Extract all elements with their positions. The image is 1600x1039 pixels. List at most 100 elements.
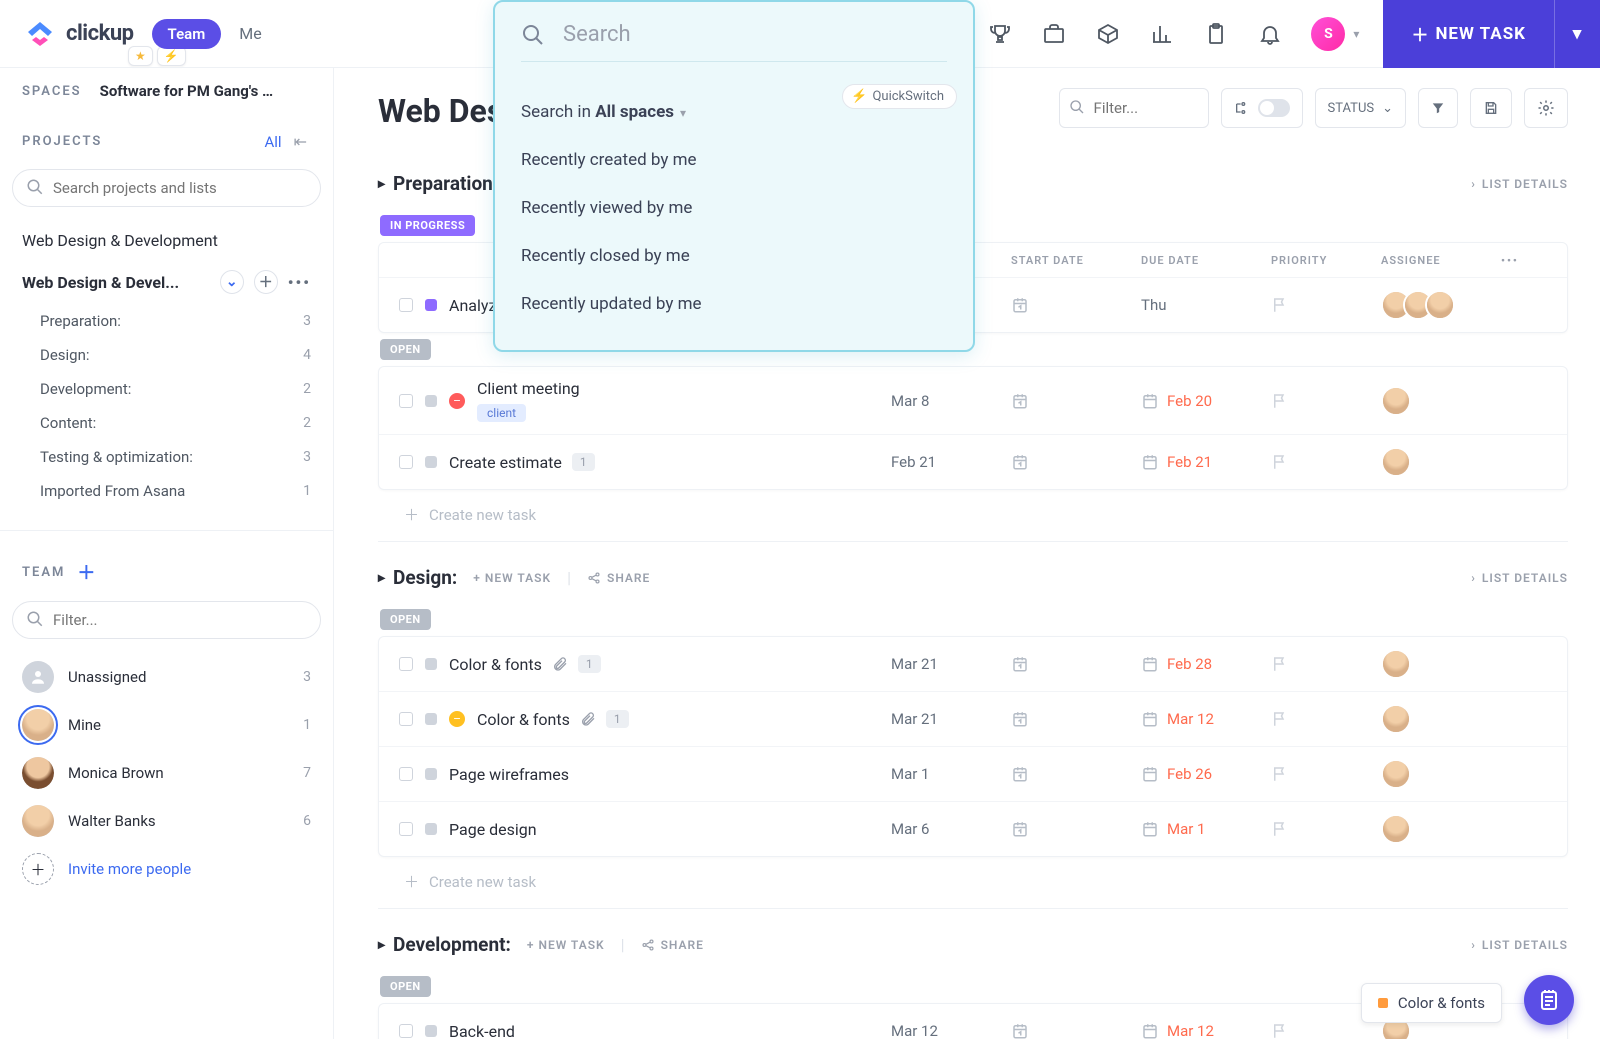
due-date-cell[interactable]: Mar 12: [1141, 710, 1271, 728]
status-dropdown[interactable]: STATUS⌄: [1315, 88, 1406, 128]
assignee-cell[interactable]: [1381, 759, 1501, 789]
assignee-cell[interactable]: [1381, 386, 1501, 416]
create-task-link[interactable]: ＋Create new task: [378, 857, 1568, 900]
search-option[interactable]: Recently viewed by me: [521, 184, 947, 232]
search-input[interactable]: Search: [563, 22, 631, 47]
status-badge[interactable]: OPEN: [380, 339, 431, 360]
status-badge[interactable]: OPEN: [380, 976, 431, 997]
quickswitch-button[interactable]: ⚡ QuickSwitch: [842, 84, 957, 109]
search-option[interactable]: Recently created by me: [521, 136, 947, 184]
create-task-link[interactable]: ＋Create new task: [378, 490, 1568, 533]
avatar[interactable]: [1381, 704, 1411, 734]
project-search[interactable]: [12, 169, 321, 207]
list-item[interactable]: Development:2: [0, 372, 333, 406]
status-square-icon[interactable]: [425, 658, 437, 670]
team-filter-input[interactable]: [12, 601, 321, 639]
avatar[interactable]: [1381, 759, 1411, 789]
team-member[interactable]: Walter Banks6: [0, 797, 333, 845]
project-search-input[interactable]: [12, 169, 321, 207]
priority-cell[interactable]: [1271, 820, 1381, 838]
col-start[interactable]: START DATE: [1011, 254, 1141, 267]
task-row[interactable]: –Color & fonts1Mar 21Mar 12: [379, 691, 1567, 746]
start-date-cell[interactable]: [1011, 655, 1141, 673]
trophy-icon[interactable]: [987, 21, 1013, 47]
start-date-cell[interactable]: [1011, 820, 1141, 838]
task-checkbox[interactable]: [399, 767, 413, 781]
task-checkbox[interactable]: [399, 822, 413, 836]
task-checkbox[interactable]: [399, 1024, 413, 1038]
briefcase-icon[interactable]: [1041, 21, 1067, 47]
attachment-icon[interactable]: [580, 711, 596, 727]
status-badge[interactable]: IN PROGRESS: [380, 215, 475, 236]
toggle-switch[interactable]: [1258, 99, 1290, 117]
avatar[interactable]: [1381, 649, 1411, 679]
assignee-cell[interactable]: [1381, 290, 1501, 320]
avatar[interactable]: [1381, 386, 1411, 416]
list-item[interactable]: Content:2: [0, 406, 333, 440]
project-item-active[interactable]: Web Design & Devel... ⌄ ＋ •••: [0, 260, 333, 304]
list-details-link[interactable]: ›LIST DETAILS: [1471, 571, 1568, 585]
col-due[interactable]: DUE DATE: [1141, 254, 1271, 267]
status-square-icon[interactable]: [425, 395, 437, 407]
notepad-fab[interactable]: [1524, 975, 1574, 1025]
start-date-cell[interactable]: [1011, 710, 1141, 728]
due-date-cell[interactable]: Mar 1: [1141, 820, 1271, 838]
clipboard-icon[interactable]: [1203, 21, 1229, 47]
team-member[interactable]: Monica Brown7: [0, 749, 333, 797]
avatar[interactable]: [1381, 447, 1411, 477]
invite-people[interactable]: ＋ Invite more people: [0, 845, 333, 893]
settings-button[interactable]: [1524, 88, 1568, 128]
list-details-link[interactable]: ›LIST DETAILS: [1471, 177, 1568, 191]
reports-icon[interactable]: [1149, 21, 1175, 47]
task-checkbox[interactable]: [399, 712, 413, 726]
logo[interactable]: clickup: [24, 18, 134, 50]
status-square-icon[interactable]: [425, 299, 437, 311]
user-menu[interactable]: S ▾: [1311, 17, 1359, 51]
collapse-sidebar-icon[interactable]: ⇤: [294, 132, 307, 151]
team-tab[interactable]: Team: [152, 19, 222, 49]
section-toggle[interactable]: ▸Design:: [378, 566, 457, 589]
status-square-icon[interactable]: [425, 456, 437, 468]
due-date-cell[interactable]: Feb 21: [1141, 453, 1271, 471]
task-row[interactable]: Page wireframesMar 1Feb 26: [379, 746, 1567, 801]
start-date-cell[interactable]: [1011, 392, 1141, 410]
new-task-button[interactable]: ＋NEW TASK ▾: [1383, 0, 1600, 68]
section-toggle[interactable]: ▸Development:: [378, 933, 511, 956]
assignee-cell[interactable]: [1381, 447, 1501, 477]
assignee-cell[interactable]: [1381, 649, 1501, 679]
start-date-cell[interactable]: [1011, 765, 1141, 783]
due-date-cell[interactable]: Feb 28: [1141, 655, 1271, 673]
bell-icon[interactable]: [1257, 21, 1283, 47]
list-item[interactable]: Preparation:3: [0, 304, 333, 338]
all-link[interactable]: All: [265, 133, 282, 151]
task-checkbox[interactable]: [399, 298, 413, 312]
status-square-icon[interactable]: [425, 823, 437, 835]
save-view-button[interactable]: [1470, 88, 1512, 128]
filter-button[interactable]: [1418, 88, 1458, 128]
search-option[interactable]: Recently updated by me: [521, 280, 947, 328]
box-icon[interactable]: [1095, 21, 1121, 47]
section-new-task[interactable]: + NEW TASK: [527, 938, 605, 952]
priority-cell[interactable]: [1271, 453, 1381, 471]
search-option[interactable]: Recently closed by me: [521, 232, 947, 280]
task-checkbox[interactable]: [399, 455, 413, 469]
status-badge[interactable]: OPEN: [380, 609, 431, 630]
priority-cell[interactable]: [1271, 296, 1381, 314]
expand-project-button[interactable]: ⌄: [220, 270, 244, 294]
list-details-link[interactable]: ›LIST DETAILS: [1471, 938, 1568, 952]
start-date-cell[interactable]: [1011, 296, 1141, 314]
add-list-button[interactable]: ＋: [254, 270, 278, 294]
section-share[interactable]: SHARE: [587, 571, 650, 585]
project-item[interactable]: Web Design & Development: [0, 221, 333, 260]
space-selector[interactable]: Software for PM Gang's Sp...: [100, 82, 280, 100]
list-item[interactable]: Design:4: [0, 338, 333, 372]
list-item[interactable]: Imported From Asana1: [0, 474, 333, 508]
assignee-cell[interactable]: [1381, 814, 1501, 844]
priority-cell[interactable]: [1271, 392, 1381, 410]
filter-search[interactable]: [1059, 88, 1209, 128]
section-new-task[interactable]: + NEW TASK: [473, 571, 551, 585]
subtasks-toggle[interactable]: [1221, 88, 1303, 128]
task-row[interactable]: Page designMar 6Mar 1: [379, 801, 1567, 856]
priority-cell[interactable]: [1271, 655, 1381, 673]
task-row[interactable]: –Client meetingclientMar 8Feb 20: [379, 367, 1567, 434]
